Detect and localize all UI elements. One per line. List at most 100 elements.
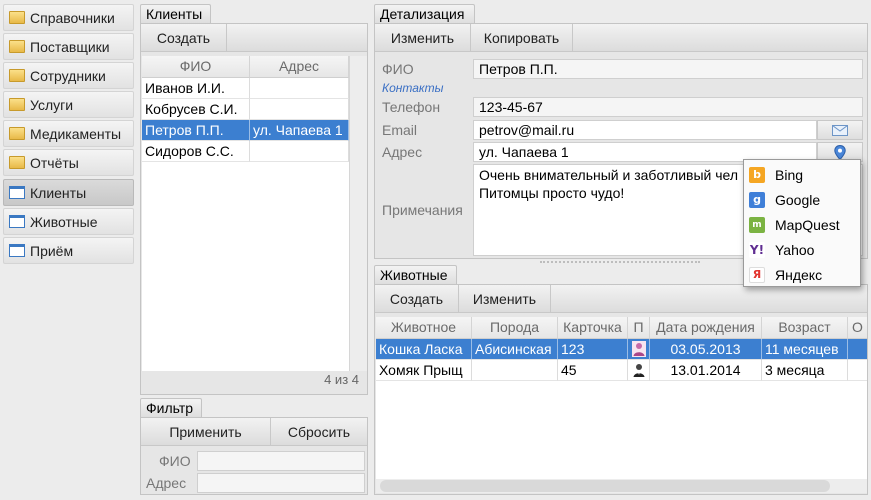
bing-icon: b [749, 166, 765, 183]
filter-panel: Применить Сбросить ФИО Адрес [140, 417, 368, 495]
contacts-link[interactable]: Контакты [382, 81, 444, 95]
male-icon [633, 364, 645, 377]
tab-details[interactable]: Детализация [374, 4, 475, 23]
animals-table: Животное Порода Карточка П Дата рождения… [376, 317, 867, 479]
filter-address-input[interactable] [197, 473, 365, 493]
sidebar-item-reports[interactable]: Отчёты [3, 149, 134, 176]
filter-address-label: Адрес [146, 475, 187, 491]
menu-item-yahoo[interactable]: Y! Yahoo [744, 237, 860, 262]
sidebar-item-medicines[interactable]: Медикаменты [3, 120, 134, 147]
menu-item-bing[interactable]: b Bing [744, 162, 860, 187]
notes-label: Примечания [382, 202, 463, 218]
sidebar-item-services[interactable]: Услуги [3, 91, 134, 118]
google-icon: g [749, 191, 765, 208]
sidebar-item-suppliers[interactable]: Поставщики [3, 33, 134, 60]
column-header-breed[interactable]: Порода [472, 317, 558, 339]
animals-edit-button[interactable]: Изменить [459, 285, 551, 312]
cell-address [250, 78, 349, 99]
cell-card: 123 [558, 339, 628, 360]
cell-address [250, 141, 349, 162]
cell-fio: Петров П.П. [142, 120, 250, 141]
window-icon [9, 244, 25, 257]
filter-fio-input[interactable] [197, 451, 365, 471]
female-icon [632, 341, 646, 357]
yandex-icon: Я [749, 266, 765, 283]
record-count: 4 из 4 [324, 372, 359, 387]
table-row[interactable]: Хомяк Прыщ 45 13.01.2014 3 месяца [376, 360, 867, 381]
yahoo-icon: Y! [749, 241, 765, 258]
cell-address [250, 99, 349, 120]
cell-fio: Иванов И.И. [142, 78, 250, 99]
phone-label: Телефон [382, 99, 441, 115]
clients-vertical-scrollbar[interactable] [349, 56, 367, 371]
cell-age: 11 месяцев [762, 339, 848, 360]
filter-toolbar: Применить Сбросить [141, 418, 367, 446]
column-header-extra[interactable]: О [848, 317, 867, 339]
table-row[interactable]: Кобрусев С.И. [142, 99, 349, 120]
filter-fio-label: ФИО [159, 453, 191, 469]
menu-item-google[interactable]: g Google [744, 187, 860, 212]
clients-panel: Создать ФИО Адрес Иванов И.И. Кобрусев С… [140, 23, 368, 395]
folder-icon [9, 69, 25, 82]
cell-sex [628, 339, 650, 360]
tab-filter[interactable]: Фильтр [140, 398, 202, 417]
phone-field[interactable]: 123-45-67 [473, 97, 863, 117]
cell-sex [628, 360, 650, 381]
address-label: Адрес [382, 144, 423, 160]
sidebar-item-employees[interactable]: Сотрудники [3, 62, 134, 89]
window-icon [9, 215, 25, 228]
filter-apply-button[interactable]: Применить [141, 418, 271, 445]
animals-toolbar: Создать Изменить [375, 285, 867, 313]
send-email-button[interactable] [817, 120, 863, 140]
cell-extra [848, 360, 867, 381]
cell-animal: Хомяк Прыщ [376, 360, 472, 381]
email-field[interactable]: petrov@mail.ru [473, 120, 817, 140]
sidebar-item-animals[interactable]: Животные [3, 208, 134, 235]
cell-animal: Кошка Ласка [376, 339, 472, 360]
animals-create-button[interactable]: Создать [375, 285, 459, 312]
fio-label: ФИО [382, 61, 414, 77]
column-header-card[interactable]: Карточка [558, 317, 628, 339]
animals-panel: Создать Изменить Животное Порода Карточк… [374, 284, 868, 495]
filter-reset-button[interactable]: Сбросить [271, 418, 367, 445]
table-row-selected[interactable]: Кошка Ласка Абисинская 123 03.05.2013 11… [376, 339, 867, 360]
tab-animals[interactable]: Животные [374, 265, 457, 284]
table-row[interactable]: Сидоров С.С. [142, 141, 349, 162]
menu-item-yandex[interactable]: Я Яндекс [744, 262, 860, 287]
map-pin-icon [834, 144, 846, 160]
fio-field[interactable]: Петров П.П. [473, 59, 863, 79]
tab-clients[interactable]: Клиенты [140, 4, 211, 23]
clients-table: ФИО Адрес Иванов И.И. Кобрусев С.И. Петр… [142, 56, 349, 371]
details-edit-button[interactable]: Изменить [375, 24, 471, 51]
cell-fio: Кобрусев С.И. [142, 99, 250, 120]
cell-birthdate: 13.01.2014 [650, 360, 762, 381]
animals-horizontal-scrollbar[interactable] [376, 479, 867, 493]
scrollbar-thumb[interactable] [380, 480, 830, 492]
folder-icon [9, 127, 25, 140]
folder-icon [9, 40, 25, 53]
cell-extra [848, 339, 867, 360]
sidebar-item-appointments[interactable]: Приём [3, 237, 134, 264]
cell-breed [472, 360, 558, 381]
folder-icon [9, 98, 25, 111]
cell-birthdate: 03.05.2013 [650, 339, 762, 360]
column-header-animal[interactable]: Животное [376, 317, 472, 339]
details-copy-button[interactable]: Копировать [471, 24, 573, 51]
clients-create-button[interactable]: Создать [141, 24, 227, 51]
splitter-handle[interactable] [540, 261, 700, 264]
sidebar-item-references[interactable]: Справочники [3, 4, 134, 31]
envelope-icon [832, 124, 848, 136]
menu-item-mapquest[interactable]: m MapQuest [744, 212, 860, 237]
column-header-address[interactable]: Адрес [250, 56, 349, 78]
column-header-age[interactable]: Возраст [762, 317, 848, 339]
sidebar-item-clients[interactable]: Клиенты [3, 179, 134, 206]
cell-card: 45 [558, 360, 628, 381]
column-header-fio[interactable]: ФИО [142, 56, 250, 78]
table-row-selected[interactable]: Петров П.П. ул. Чапаева 1 [142, 120, 349, 141]
cell-fio: Сидоров С.С. [142, 141, 250, 162]
table-row[interactable]: Иванов И.И. [142, 78, 349, 99]
column-header-birthdate[interactable]: Дата рождения [650, 317, 762, 339]
column-header-sex[interactable]: П [628, 317, 650, 339]
cell-age: 3 месяца [762, 360, 848, 381]
window-icon [9, 186, 25, 199]
